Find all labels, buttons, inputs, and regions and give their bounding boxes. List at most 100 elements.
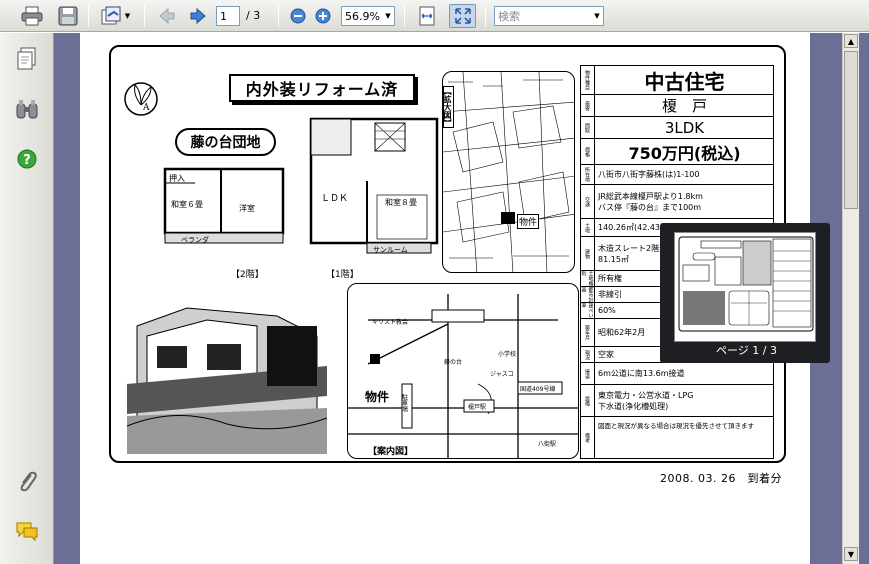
info-label: 間取 xyxy=(581,117,595,138)
info-label: 土地 xyxy=(581,219,595,236)
info-row-road: 接道 6m公道に南13.6m接道 xyxy=(581,362,773,384)
thumbnail-preview xyxy=(678,236,814,332)
access-map: キリスト教会 小学校 ジャスコ 藤の台 国道409号線 榎戸駅 八街駅 駐車場 … xyxy=(347,283,579,459)
sign-icon xyxy=(101,6,121,25)
next-page-button[interactable] xyxy=(186,4,210,28)
info-row-facilities: 設備 東京電力・公営水道・LPG 下水道(浄化槽処理) xyxy=(581,384,773,416)
prev-page-icon xyxy=(159,7,175,25)
chevron-up-icon: ▲ xyxy=(847,36,855,46)
info-label: 所在地 xyxy=(581,165,595,184)
room-label-youshitsu: 洋室 xyxy=(239,203,255,213)
access-map-caption: 【案内図】 xyxy=(368,444,414,457)
zoom-select[interactable]: 56.9% ▼ xyxy=(341,6,395,26)
amap-chuusha: 駐車場 xyxy=(401,393,408,413)
zoom-map-drawing xyxy=(443,72,574,272)
chevron-down-icon: ▼ xyxy=(124,12,131,20)
search-input[interactable]: 検索 ▼ xyxy=(494,6,604,26)
info-transport-2: バス停『藤の台』まで100m xyxy=(598,202,702,212)
info-row-category: 物件種目 中古住宅 xyxy=(581,66,773,94)
info-floor-area: 81.15㎡ xyxy=(598,254,629,264)
info-title: 中古住宅 xyxy=(644,69,725,94)
room-label-washitsu6: 和室６畳 xyxy=(171,199,203,209)
full-screen-button[interactable] xyxy=(449,4,476,28)
pages-icon xyxy=(17,47,36,70)
floor-label-2f: 【2階】 xyxy=(231,270,264,280)
help-icon: ? xyxy=(17,149,37,169)
info-location-name: 榎 戸 xyxy=(661,97,707,115)
access-map-drawing: キリスト教会 小学校 ジャスコ 藤の台 国道409号線 榎戸駅 八街駅 駐車場 xyxy=(348,294,578,458)
info-label: 物件種目 xyxy=(581,66,595,94)
info-row-layout: 間取 3LDK xyxy=(581,116,773,138)
floor-plan-drawing: 押入 和室６畳 洋室 ベランダ ＬＤＫ 和室８畳 サンルーム xyxy=(163,117,439,254)
binoculars-icon xyxy=(16,100,38,119)
search-placeholder: 検索 xyxy=(498,10,520,23)
info-facilities-1: 東京電力・公営水道・LPG xyxy=(598,390,694,400)
info-label: 建物 xyxy=(581,237,595,270)
scroll-up-button[interactable]: ▲ xyxy=(844,34,858,48)
help-tab[interactable]: ? xyxy=(13,145,41,173)
search-tab[interactable] xyxy=(13,95,41,123)
amap-station: 榎戸駅 xyxy=(468,403,486,411)
info-label: 建ぺい率 xyxy=(581,303,595,318)
zoom-in-icon xyxy=(315,8,331,24)
zoom-out-button[interactable] xyxy=(286,4,310,28)
info-address: 八街市八街字藤株(は)1-100 xyxy=(598,170,700,179)
info-label: 設備 xyxy=(581,385,595,416)
info-label: 備考 xyxy=(581,417,595,458)
floor-label-1f: 【1階】 xyxy=(326,270,359,280)
comments-tab[interactable] xyxy=(13,517,41,545)
amap-school: 小学校 xyxy=(498,350,516,358)
attachments-tab[interactable] xyxy=(13,467,41,495)
info-transport-1: JR総武本線榎戸駅より1.8km xyxy=(598,191,703,201)
chevron-down-icon: ▼ xyxy=(385,12,391,20)
vertical-scrollbar[interactable]: ▲ ▼ xyxy=(842,33,859,564)
zoom-in-button[interactable] xyxy=(311,4,335,28)
info-label: 現況 xyxy=(581,347,595,362)
comment-icon xyxy=(16,522,38,542)
page-number-input[interactable]: 1 xyxy=(216,6,240,26)
info-label: 接道 xyxy=(581,363,595,384)
headline-box: 内外装リフォーム済 xyxy=(229,74,415,102)
page-total: / 3 xyxy=(246,9,261,22)
info-row-note: 備考 図面と現況が異なる場合は現況を優先させて頂きます xyxy=(581,416,773,458)
fit-width-button[interactable] xyxy=(415,4,439,28)
print-button[interactable] xyxy=(20,4,44,28)
svg-text:?: ? xyxy=(23,153,31,168)
house-photo xyxy=(127,296,327,454)
pages-tab[interactable] xyxy=(13,45,41,73)
full-screen-icon xyxy=(454,8,471,24)
info-label: 価格 xyxy=(581,139,595,164)
info-label: 最寄 xyxy=(581,95,595,116)
save-button[interactable] xyxy=(56,4,80,28)
zoom-value: 56.9% xyxy=(345,9,380,23)
room-label-oshiire: 押入 xyxy=(169,173,185,183)
chevron-down-icon: ▼ xyxy=(847,549,855,559)
scroll-down-button[interactable]: ▼ xyxy=(844,547,858,561)
info-label: 交通 xyxy=(581,185,595,218)
company-logo-icon: A xyxy=(124,82,158,116)
zoom-out-icon xyxy=(290,8,306,24)
next-page-icon xyxy=(190,7,206,25)
info-label: 都市計画 xyxy=(581,287,595,302)
thumbnail-page-label: ページ 1 / 3 xyxy=(716,344,777,357)
info-row-location: 最寄 榎 戸 xyxy=(581,94,773,116)
room-label-ldk: ＬＤＫ xyxy=(321,194,348,204)
zoom-map-bukken-label: 物件 xyxy=(517,214,540,229)
room-label-sunroom: サンルーム xyxy=(373,246,408,254)
amap-yachimata: 八街駅 xyxy=(538,440,556,448)
fit-width-icon xyxy=(419,6,435,26)
received-date-stamp: 2008. 03. 26 到着分 xyxy=(660,472,782,485)
navigation-tab-strip: ? xyxy=(0,33,54,564)
info-road: 6m公道に南13.6m接道 xyxy=(598,369,685,378)
zoom-map: 【拡大図】 物件 xyxy=(442,71,575,273)
sign-dropdown-button[interactable]: ▼ xyxy=(97,4,133,28)
amap-jusco: ジャスコ xyxy=(490,371,514,378)
room-label-veranda: ベランダ xyxy=(181,235,209,244)
scrollbar-thumb[interactable] xyxy=(844,51,858,209)
zoom-map-label: 【拡大図】 xyxy=(443,86,454,128)
page-thumbnail xyxy=(674,232,816,342)
info-layout: 3LDK xyxy=(664,118,705,137)
info-row-address: 所在地 八街市八街字藤株(は)1-100 xyxy=(581,164,773,184)
svg-text:A: A xyxy=(142,103,150,113)
prev-page-button[interactable] xyxy=(155,4,179,28)
